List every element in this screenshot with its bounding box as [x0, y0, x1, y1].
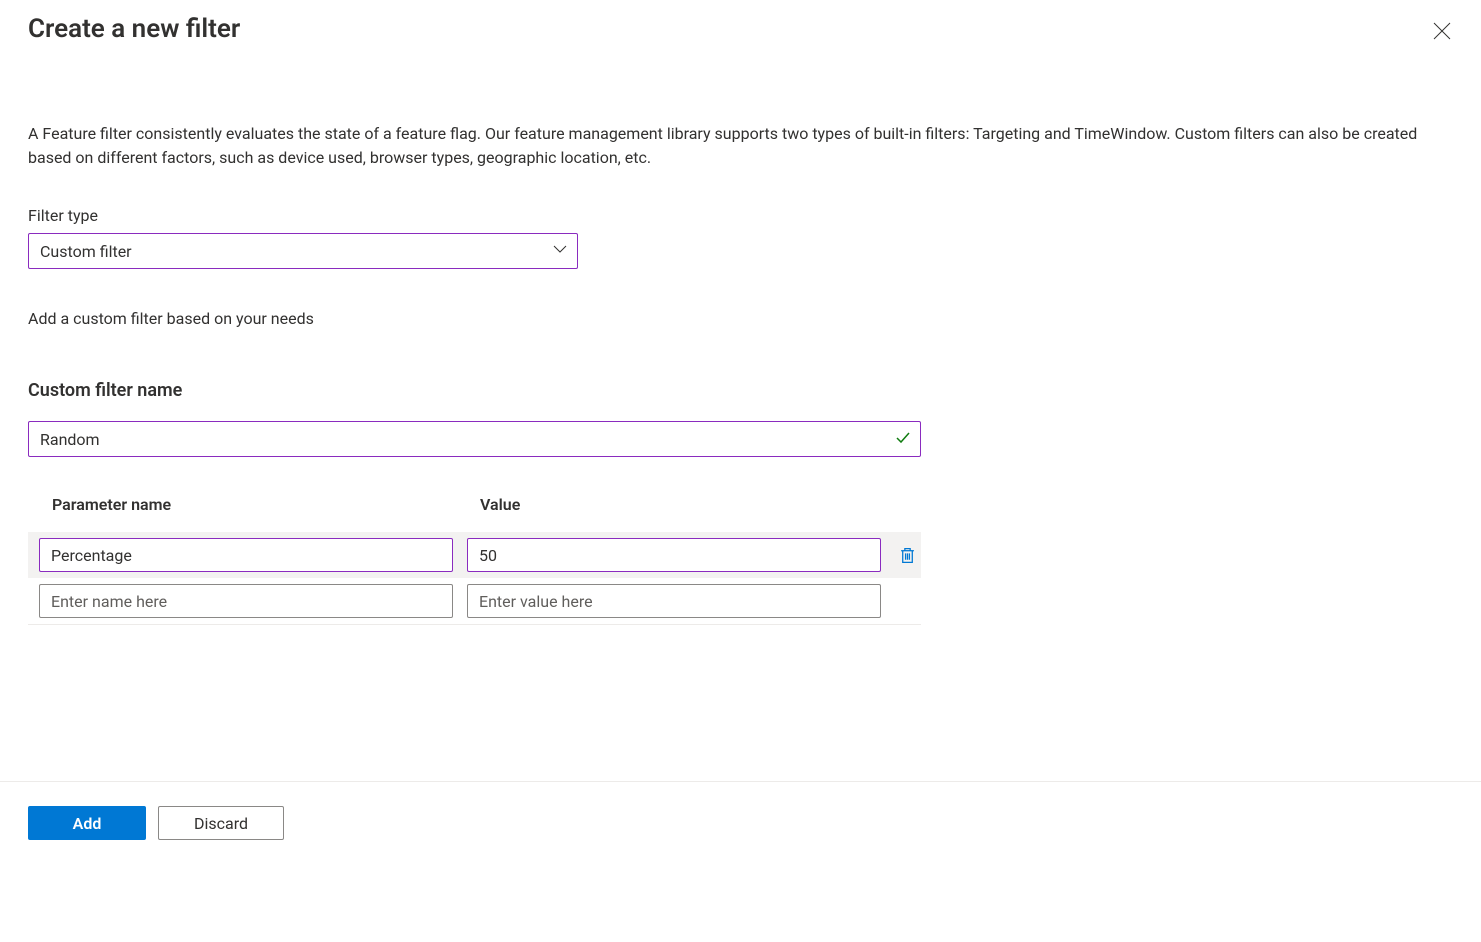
filter-type-label: Filter type: [28, 206, 1453, 225]
discard-button[interactable]: Discard: [158, 806, 284, 840]
param-name-input-empty[interactable]: [39, 584, 453, 618]
column-header-value: Value: [480, 495, 520, 514]
param-value-input[interactable]: [467, 538, 881, 572]
filter-type-select[interactable]: Custom filter: [28, 233, 578, 269]
description-text: A Feature filter consistently evaluates …: [28, 122, 1453, 170]
filter-type-value: Custom filter: [40, 242, 132, 261]
add-button[interactable]: Add: [28, 806, 146, 840]
custom-filter-name-input[interactable]: [28, 421, 921, 457]
param-value-input-empty[interactable]: [467, 584, 881, 618]
param-name-input[interactable]: [39, 538, 453, 572]
param-row: [28, 532, 921, 578]
param-row-empty: [28, 578, 921, 624]
check-icon: [895, 429, 911, 449]
custom-filter-name-heading: Custom filter name: [28, 380, 1453, 401]
subtext: Add a custom filter based on your needs: [28, 309, 1453, 328]
close-icon[interactable]: [1433, 22, 1451, 40]
page-title: Create a new filter: [28, 14, 240, 44]
delete-icon[interactable]: [895, 543, 919, 567]
column-header-name: Parameter name: [52, 495, 480, 514]
divider: [28, 624, 921, 625]
